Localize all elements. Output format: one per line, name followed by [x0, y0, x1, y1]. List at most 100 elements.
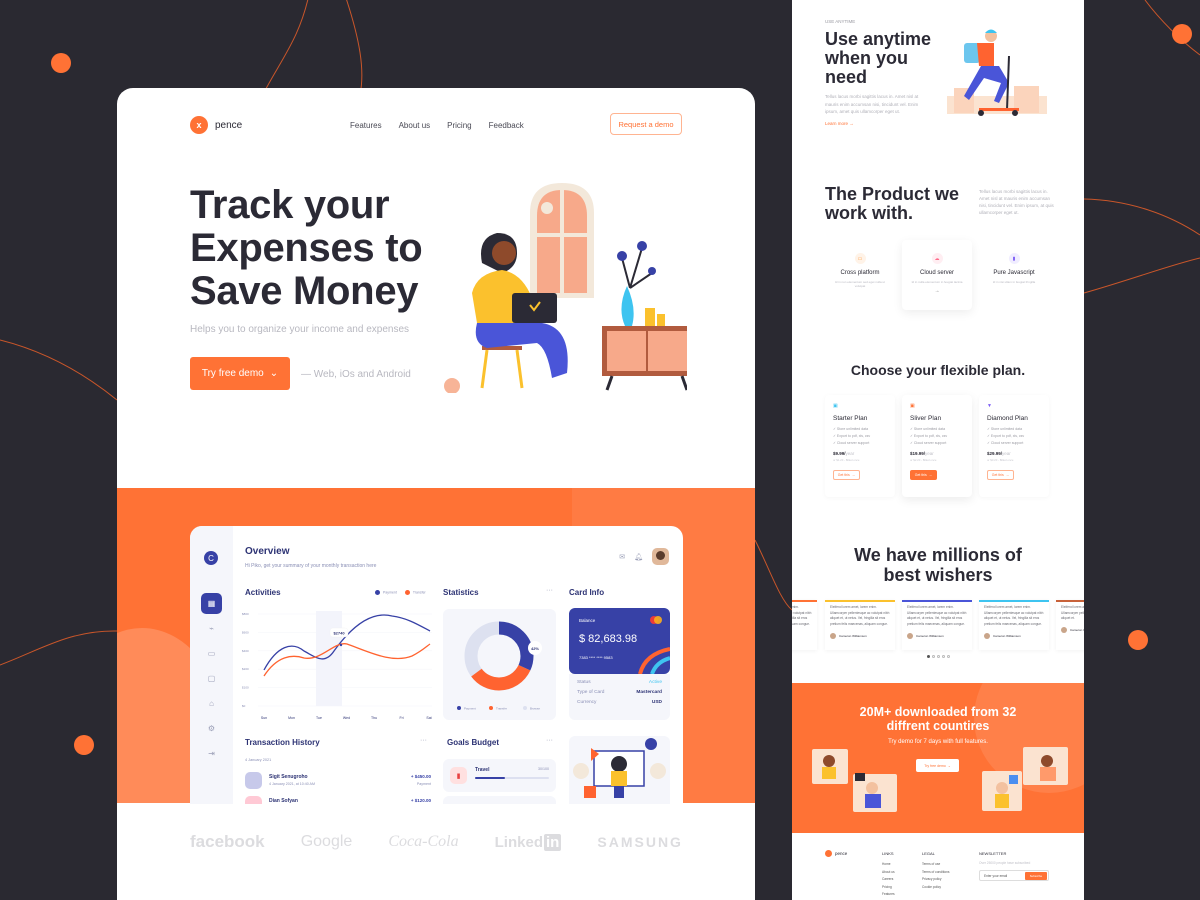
footer-link[interactable]: About us	[882, 869, 895, 877]
use-anytime-text: Tellus lacus morbi sagittis lacus in. Am…	[825, 94, 919, 114]
cta-try-demo-button[interactable]: Try free demo ⌄	[916, 759, 959, 772]
get-plan-button[interactable]: Get this →	[910, 470, 937, 480]
wallet-icon[interactable]: ▭	[201, 643, 222, 664]
testimonial-accent-bar	[902, 600, 972, 602]
landing-page-long: USE ANYTIME Use anytime when you need Te…	[792, 0, 1084, 900]
arrow-right-icon: →	[1005, 473, 1010, 477]
bell-icon[interactable]: 🔔︎	[634, 553, 643, 561]
row-label: Status	[577, 680, 591, 685]
testimonial-accent-bar	[1056, 600, 1084, 602]
product-section-text: Tellus lacus morbi sagittis lacus in. Am…	[979, 189, 1054, 215]
subscribe-button[interactable]: Subscribe	[1025, 872, 1047, 880]
testimonial-text: Eleifend lorem amet, lorem enim. Ullamco…	[984, 605, 1044, 627]
card-decor	[638, 647, 670, 674]
statistics-more-icon[interactable]: ···	[546, 587, 553, 594]
column-title: LINKS	[882, 851, 894, 856]
goal-name: Travel	[475, 767, 490, 773]
legend-label: Transfer	[496, 707, 507, 711]
footer-newsletter: NEWSLETTER Over 25000 people have subscr…	[979, 851, 1049, 881]
transaction-amount: + $450.00	[410, 774, 431, 779]
pricing-title: Choose your flexible plan.	[850, 362, 1026, 378]
pager-dot[interactable]	[941, 655, 945, 658]
feature-desc: Id in nulla elementum in feugiat lacinia	[911, 280, 963, 284]
goal-item[interactable]	[443, 796, 556, 804]
mail-icon[interactable]: ✉	[619, 553, 625, 561]
nav-link-feedback[interactable]: Feedback	[489, 121, 524, 130]
pager-dot[interactable]	[936, 655, 940, 658]
footer-link[interactable]: Home	[882, 861, 895, 869]
testimonial-text: Eleifend lorem amet, lorem enim. Ullamco…	[830, 605, 890, 627]
goals-more-icon[interactable]: ···	[546, 737, 553, 744]
newsletter-email-input[interactable]: Enter your email Subscribe	[979, 870, 1049, 881]
chart-icon[interactable]: ⌁	[201, 618, 222, 639]
legend-label: Browse	[530, 707, 540, 711]
transaction-row[interactable]: Sigit Senugroho 4 January 2021, at 10:40…	[245, 772, 431, 790]
settings-icon[interactable]: ⚙	[201, 718, 222, 739]
legend-label: Transfer	[412, 590, 426, 595]
footer-link[interactable]: Pricing	[882, 884, 895, 892]
footer-logo[interactable]: pence	[825, 850, 847, 857]
testimonial-text: Eleifend lorem amet, lorem enim. Ullamco…	[792, 605, 812, 627]
testimonial-accent-bar	[825, 600, 895, 602]
row-value: USD	[651, 700, 662, 705]
price-value: $29.99/	[987, 451, 1003, 456]
legend-transfer: Transfer	[404, 590, 426, 595]
goal-progress-bar	[475, 777, 549, 779]
footer-links-column: LINKS Home About us Careers Pricing Feat…	[882, 851, 895, 899]
card-info-title: Card Info	[569, 588, 605, 597]
hero-title-line: Expenses to	[190, 226, 423, 270]
credit-card[interactable]: Balance $ 82,683.98 7383 **** **** 9583	[569, 608, 670, 674]
bank-icon[interactable]: ⌂	[201, 693, 222, 714]
footer-link[interactable]: Features	[882, 891, 895, 899]
get-plan-button[interactable]: Get this →	[833, 470, 860, 480]
request-demo-button[interactable]: Request a demo	[610, 113, 682, 135]
briefcase-icon: ▣	[910, 403, 915, 409]
nav-link-about[interactable]: About us	[399, 121, 431, 130]
transaction-row[interactable]: Dian Sofyan + $120.00	[245, 796, 431, 804]
feature-card-pure-javascript[interactable]: ▮ Pure Javascript Id in nisi ullam in fe…	[979, 240, 1049, 310]
footer-link[interactable]: Privacy policy	[922, 876, 949, 884]
nav-link-features[interactable]: Features	[350, 121, 382, 130]
card-status-row: Status Active	[577, 680, 662, 685]
footer-link[interactable]: Terms of conditions	[922, 869, 949, 877]
plan-price: $9.99/year	[833, 451, 887, 456]
testimonial-accent-bar	[979, 600, 1049, 602]
plan-features: ✓ Store unlimited data ✓ Export to pdf, …	[833, 426, 887, 447]
feature-card-cloud-server[interactable]: ☁ Cloud server Id in nulla elementum in …	[902, 240, 972, 310]
feature-text: Cloud server support	[836, 441, 870, 445]
footer-link[interactable]: Cookie policy	[922, 884, 949, 892]
tooltip-value: $2740	[333, 631, 345, 636]
get-plan-button[interactable]: Get this →	[987, 470, 1014, 480]
grid-icon[interactable]: ▦	[201, 593, 222, 614]
plan-feature: ✓ Cloud server support	[987, 441, 1024, 445]
feature-text: Store unlimited data	[990, 427, 1023, 431]
transactions-more-icon[interactable]: ···	[420, 737, 427, 744]
testimonial-text: Eleifend lorem amet, lorem enim. Ullamco…	[1061, 605, 1084, 621]
arrow-right-icon: →	[928, 473, 933, 477]
try-free-demo-button[interactable]: Try free demo ⌄	[190, 357, 290, 390]
pager-dot[interactable]	[926, 655, 930, 658]
people-illustration-left	[822, 755, 881, 808]
linkedin-in-icon: in	[543, 833, 562, 851]
logout-icon[interactable]: ⇥	[201, 743, 222, 764]
pager-dot[interactable]	[931, 655, 935, 658]
pager-dot[interactable]	[946, 655, 950, 658]
nav-link-pricing[interactable]: Pricing	[447, 121, 471, 130]
column-title: NEWSLETTER	[979, 851, 1007, 856]
user-avatar[interactable]	[652, 548, 669, 565]
receipt-icon[interactable]: ▢	[201, 668, 222, 689]
footer-link[interactable]: Careers	[882, 876, 895, 884]
donut-percent: 42%	[531, 646, 539, 651]
logo[interactable]: x pence	[190, 116, 242, 134]
price-period: year	[1002, 451, 1011, 456]
plan-name: Diamond Plan	[987, 415, 1028, 422]
learn-more-link[interactable]: Learn more →	[825, 121, 854, 126]
footer-link[interactable]: Terms of use	[922, 861, 949, 869]
goal-item[interactable]: ▮ Travel 30/100	[443, 759, 556, 792]
dashboard-logo[interactable]: C	[204, 551, 218, 565]
feature-card-cross-platform[interactable]: ▭ Cross platform Id in non elementum sed…	[825, 240, 895, 310]
status-badge: Active	[648, 680, 662, 685]
megaphone-illustration	[573, 738, 666, 798]
arrow-right-icon[interactable]: →	[902, 288, 972, 294]
decor-dot	[51, 53, 71, 73]
